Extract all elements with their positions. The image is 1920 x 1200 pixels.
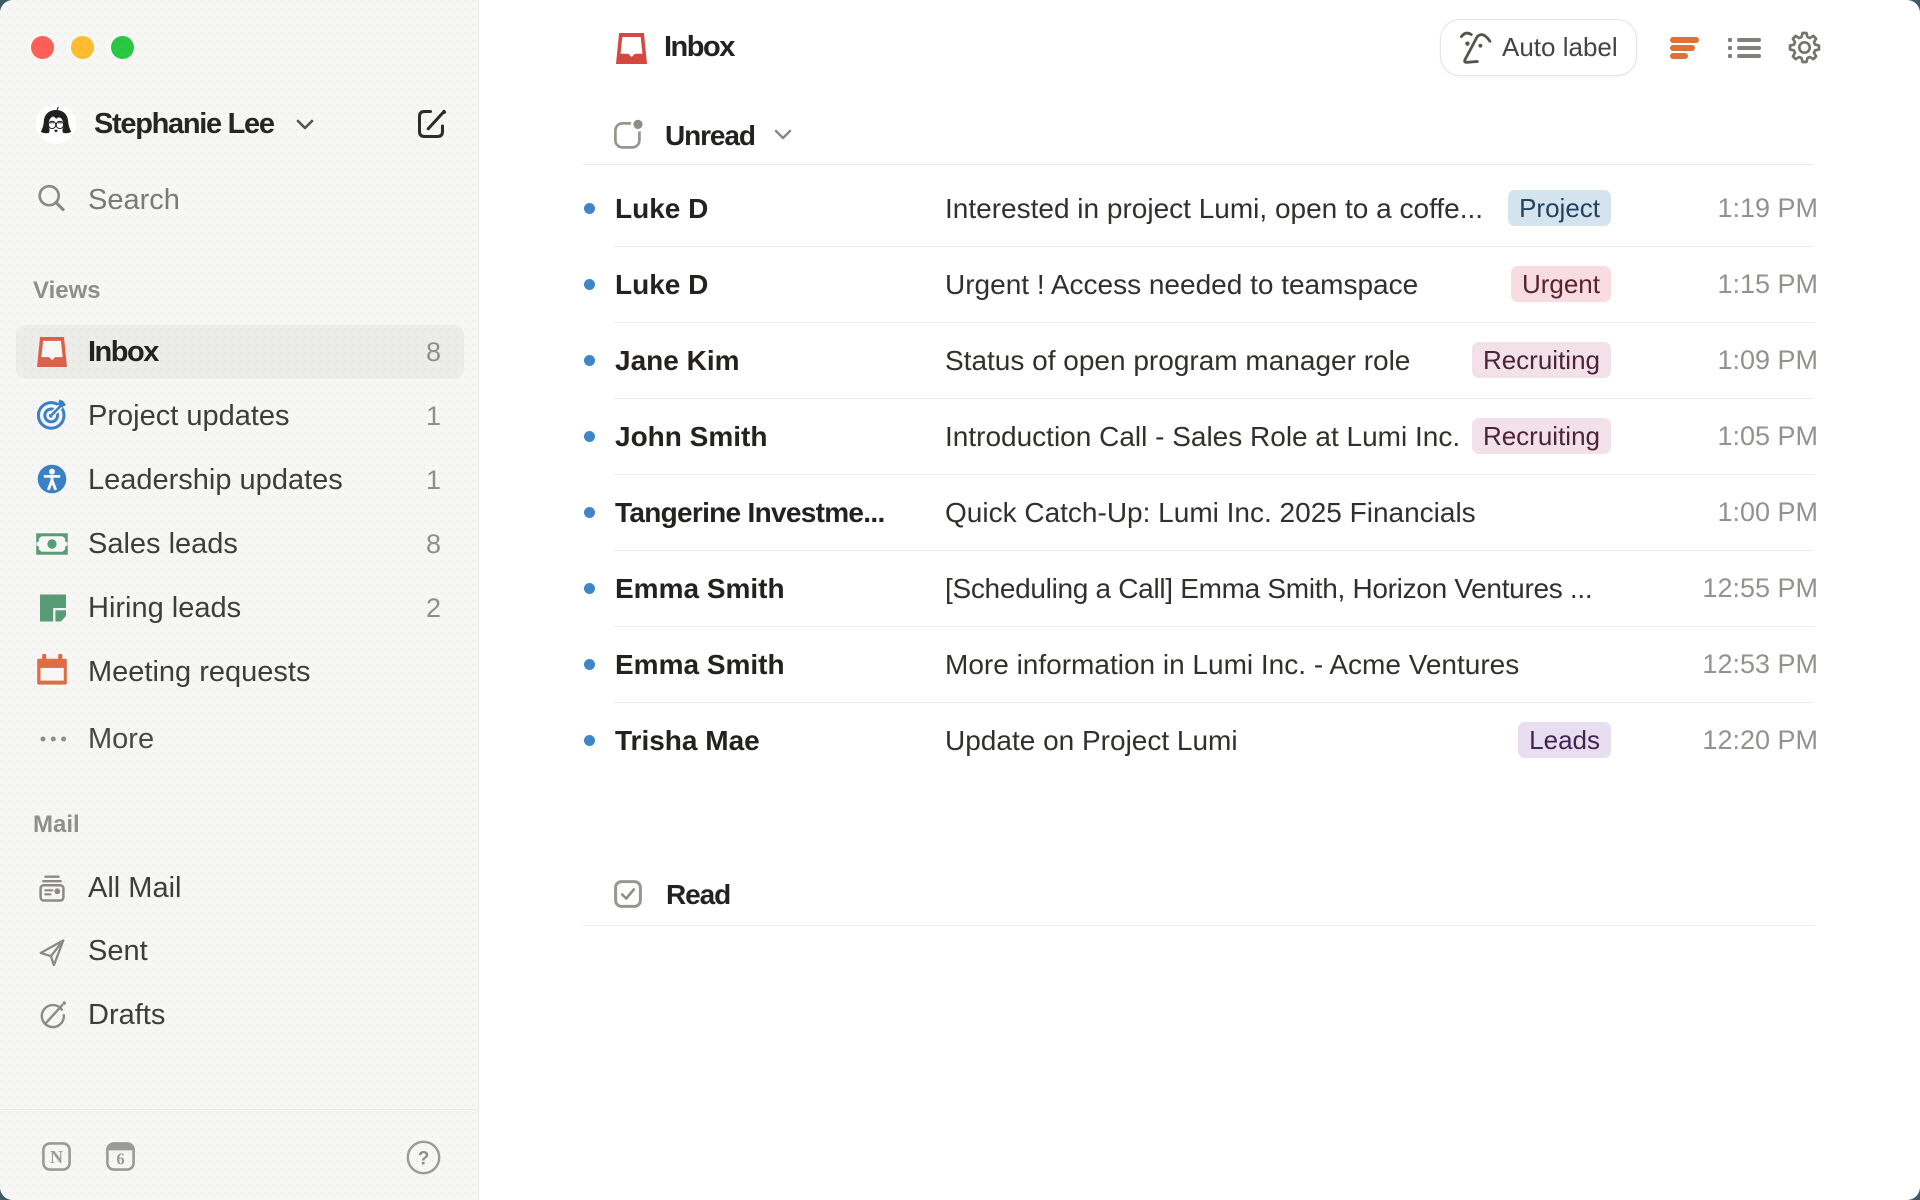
svg-text:?: ? [418, 1149, 430, 1170]
svg-text:N: N [50, 1147, 63, 1167]
svg-text:6: 6 [116, 1149, 124, 1168]
